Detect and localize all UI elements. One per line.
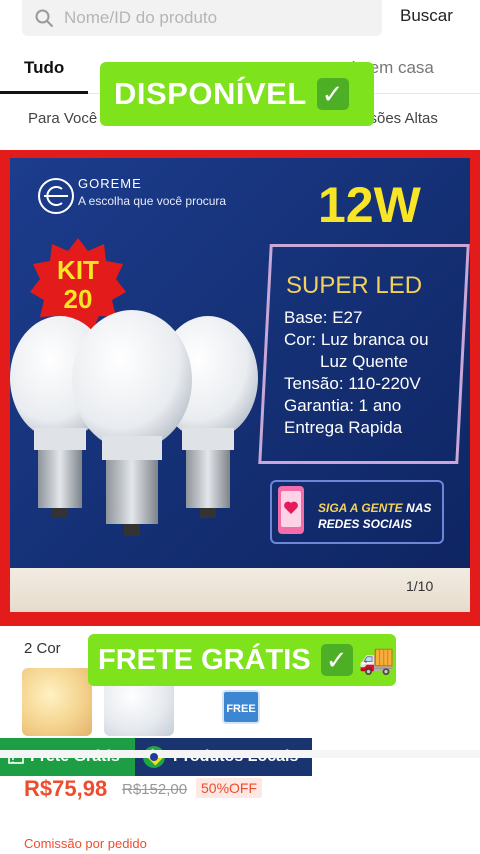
tab-tudo[interactable]: Tudo <box>24 58 64 78</box>
search-input[interactable] <box>64 8 364 28</box>
product-image: GOREME A escolha que você procura 12W KI… <box>10 158 470 612</box>
spec-title: SUPER LED <box>286 272 423 299</box>
kit-badge-text: KIT 20 <box>28 256 128 314</box>
spec-line-voltage: Tensão: 110-220V <box>284 374 421 393</box>
available-overlay-label: DISPONÍVEL <box>114 76 307 111</box>
brand-logo-icon <box>38 178 74 214</box>
color-count-label: 2 Cor <box>24 640 61 657</box>
brand-tagline: A escolha que você procura <box>78 194 227 208</box>
spec-line-color-cont: Luz Quente <box>320 352 408 371</box>
subtab-para-voce[interactable]: Para Você <box>28 110 97 127</box>
kit-label: KIT <box>57 255 99 285</box>
original-price: R$152,00 <box>122 781 188 798</box>
brand-name: GOREME <box>78 176 142 191</box>
search-button[interactable]: Buscar <box>400 6 453 26</box>
section-divider <box>0 750 480 758</box>
search-bar: Buscar <box>0 0 480 40</box>
free-icon: FREE <box>222 690 260 724</box>
available-overlay: DISPONÍVEL ✓ <box>100 62 374 126</box>
wattage-label: 12W <box>318 177 421 233</box>
discount-badge: 50%OFF <box>196 778 263 798</box>
check-icon: ✓ <box>320 644 353 676</box>
search-box[interactable] <box>22 0 382 36</box>
free-shipping-overlay-label: FRETE GRÁTIS <box>98 643 311 676</box>
bulb-center <box>72 310 192 536</box>
social-follow-networks: REDES SOCIAIS <box>318 517 413 531</box>
spec-line-warranty: Garantia: 1 ano <box>284 396 402 415</box>
check-icon: ✓ <box>316 78 349 110</box>
free-shipping-overlay: FRETE GRÁTIS ✓ 🚚 <box>88 634 396 686</box>
spec-line-color: Cor: Luz branca ou <box>284 330 429 349</box>
current-price: R$75,98 <box>24 776 108 801</box>
led-bulbs-illustration <box>10 310 258 536</box>
product-image-carousel[interactable]: GOREME A escolha que você procura 12W KI… <box>0 150 480 776</box>
social-follow-nas: NAS <box>406 501 432 515</box>
commission-label: Comissão por pedido <box>24 836 147 851</box>
social-follow-highlight: SIGA A GENTE <box>318 501 403 515</box>
search-icon <box>35 9 53 27</box>
social-follow-text: SIGA A GENTE NAS REDES SOCIAIS <box>318 500 431 532</box>
shelf-background <box>10 568 470 612</box>
spec-line-delivery: Entrega Rapida <box>284 418 403 437</box>
spec-line-base: Base: E27 <box>284 308 363 327</box>
truck-icon: 🚚 <box>358 644 395 676</box>
variant-warm-light[interactable] <box>22 668 92 736</box>
phone-heart-icon <box>278 486 304 534</box>
carousel-page-indicator: 1/10 <box>406 578 434 594</box>
active-tab-underline <box>0 91 88 94</box>
